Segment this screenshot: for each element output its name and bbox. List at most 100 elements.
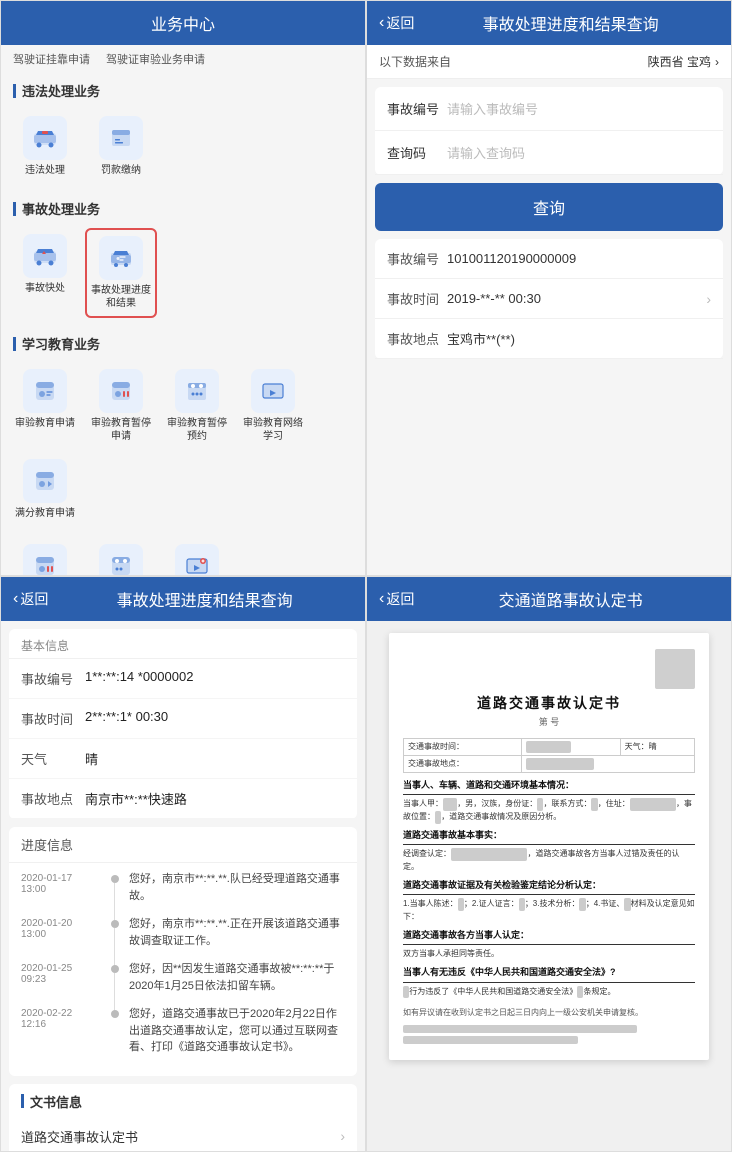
timeline-dot-2 [111,920,119,928]
back-arrow-icon: ‹ [379,14,384,32]
back-button-cert[interactable]: ‹ 返回 [379,589,414,609]
result-arrow-icon: › [706,291,711,307]
timeline-item-1: 2020-01-17 13:00 您好，南京市**:**.**.队已经受理道路交… [21,871,345,904]
back-button-query[interactable]: ‹ 返回 [379,13,414,33]
item-full-edu-reserve[interactable]: 满分教育暂停后预约 [85,538,157,575]
detail-time-label: 事故时间 [21,709,85,728]
doc-arrow-icon: › [340,1128,345,1144]
section-edu: 学习教育业务 [1,326,365,359]
item-accident-quick[interactable]: 事故快处 [9,228,81,318]
query-button[interactable]: 查询 [375,183,723,231]
data-source-label: 以下数据来自 [379,53,451,70]
detail-accident-no-value: 1**:**:14 *0000002 [85,669,345,684]
cert-stamp-image [655,649,695,689]
cert-table-row-2: 交通事故地点： ████████████ [404,755,695,772]
detail-location-value: 南京市**:**快速路 [85,789,345,808]
timeline-dot-3 [111,965,119,973]
accident-query-header: ‹ 返回 事故处理进度和结果查询 [367,1,731,45]
back-arrow-detail-icon: ‹ [13,590,18,608]
cert-table-row-1: 交通事故时间： ████████ 天气：晴 [404,738,695,755]
cert-section-title-2: 道路交通事故基本事实： [403,829,695,846]
basic-info-title: 基本信息 [9,629,357,659]
data-source-value-row[interactable]: 陕西省 宝鸡 › [648,53,719,70]
item-edu-pause-label: 审验教育暂停申请 [89,417,153,443]
result-accident-no-label: 事故编号 [387,249,447,268]
item-full-edu-online[interactable]: 满分教育网络学习 [161,538,233,575]
full-edu-pause-icon [23,544,67,575]
fine-payment-icon [99,116,143,160]
source-arrow-icon: › [715,55,719,69]
biz-center-title: 业务中心 [151,11,215,35]
cert-footer-text: 如有异议请在收到认定书之日起三日内向上一级公安机关申请复核。 [403,1006,695,1020]
cert-document: 道路交通事故认定书 第 号 交通事故时间： ████████ 天气：晴 交通事故… [389,633,709,1060]
result-accident-location: 事故地点 宝鸡市**(**) [375,319,723,359]
section-violation: 违法处理业务 [1,73,365,106]
accident-grid: 事故快处 事故处理进度和结果 [1,224,365,326]
back-arrow-cert-icon: ‹ [379,590,384,608]
result-time-value: 2019-**-** 00:30 [447,291,706,306]
edu-reserve-icon [175,369,219,413]
cert-header: 道路交通事故认定书 第 号 [403,693,695,730]
cert-stamp-area [403,649,695,689]
cert-text-1: 当事人甲：王**，男，汉族，身份证：**，联系方式：**，住址：**，男，汉族，… [403,798,695,824]
item-violation-label: 违法处理 [25,164,65,177]
timeline: 2020-01-17 13:00 您好，南京市**:**.**.队已经受理道路交… [9,863,357,1076]
violation-grid: 违法处理 罚款缴纳 [1,106,365,191]
cert-section-title-3: 道路交通事故证据及有关检验鉴定结论分析认定： [403,879,695,896]
cert-basic-table: 交通事故时间： ████████ 天气：晴 交通事故地点： ██████████… [403,738,695,773]
accident-progress-icon [99,236,143,280]
cert-section-2: 道路交通事故基本事实： 经调查认定：**，智能，智能识别**，道路交通事故各方当… [403,829,695,874]
detail-weather-label: 天气 [21,749,85,768]
doc-section: 文书信息 道路交通事故认定书 › [9,1084,357,1152]
cert-weather: 天气：晴 [620,738,694,755]
biz-center-header: 业务中心 [1,1,365,45]
edu-grid: 审验教育申请 审验教育暂停申请 [1,359,365,534]
top-link-2[interactable]: 驾驶证审验业务申请 [106,51,205,67]
full-edu-icon [23,459,67,503]
item-edu-reserve-label: 审验教育暂停预约 [165,417,229,443]
timeline-item-2: 2020-01-20 13:00 您好，南京市**:**.**.正在开展该道路交… [21,916,345,949]
accident-no-input[interactable]: 请输入事故编号 [447,99,711,118]
doc-section-title: 文书信息 [9,1084,357,1117]
cert-section-title-4: 道路交通事故各方当事人认定： [403,929,695,946]
query-code-input[interactable]: 请输入查询码 [447,143,711,162]
item-edu-pause[interactable]: 审验教育暂停申请 [85,363,157,449]
item-edu-online-label: 审验教育网络学习 [241,417,305,443]
accident-quick-icon [23,234,67,278]
full-edu-online-icon [175,544,219,575]
item-edu-online[interactable]: 审验教育网络学习 [237,363,309,449]
accident-cert-title: 交通道路事故认定书 [422,587,719,611]
doc-row-cert[interactable]: 道路交通事故认定书 › [9,1117,357,1152]
cert-text-2: 经调查认定：**，智能，智能识别**，道路交通事故各方当事人过错及责任的认定。 [403,848,695,874]
accident-cert-content: 道路交通事故认定书 第 号 交通事故时间： ████████ 天气：晴 交通事故… [367,621,731,1151]
cert-section-4: 道路交通事故各方当事人认定： 双方当事人承担同等责任。 [403,929,695,961]
item-accident-quick-label: 事故快处 [25,282,65,295]
detail-location-label: 事故地点 [21,789,85,808]
item-full-edu-pause[interactable]: 满分教育暂停申请 [9,538,81,575]
back-button-detail[interactable]: ‹ 返回 [13,589,48,609]
item-violation[interactable]: 违法处理 [9,110,81,183]
timeline-text-4: 您好，道路交通事故已于2020年2月22日作出道路交通事故认定，您可以通过互联网… [129,1006,345,1056]
item-fine[interactable]: 罚款缴纳 [85,110,157,183]
accident-no-row: 事故编号 请输入事故编号 [375,87,723,131]
item-accident-progress-label: 事故处理进度和结果 [91,284,151,310]
result-accident-time[interactable]: 事故时间 2019-**-** 00:30 › [375,279,723,319]
item-edu-reserve[interactable]: 审验教育暂停预约 [161,363,233,449]
edu-apply-icon [23,369,67,413]
detail-weather-value: 晴 [85,749,345,768]
timeline-text-2: 您好，南京市**:**.**.正在开展该道路交通事故调查取证工作。 [129,916,345,949]
progress-section: 进度信息 2020-01-17 13:00 您好，南京市**:**.**.队已经… [9,827,357,1076]
cert-text-5: **行为违反了《中华人民共和国道路交通安全法》**条规定。 [403,986,695,999]
edu-online-icon [251,369,295,413]
car-violation-icon [23,116,67,160]
cert-section-3: 道路交通事故证据及有关检验鉴定结论分析认定： 1.当事人陈述：**；2.证人证言… [403,879,695,924]
cert-section-1: 当事人、车辆、道路和交通环境基本情况： 当事人甲：王**，男，汉族，身份证：**… [403,779,695,824]
top-link-1[interactable]: 驾驶证挂靠申请 [13,51,90,67]
timeline-time-2: 2020-01-20 13:00 [21,916,101,949]
item-edu-apply[interactable]: 审验教育申请 [9,363,81,449]
item-accident-progress[interactable]: 事故处理进度和结果 [85,228,157,318]
cert-section-title-1: 当事人、车辆、道路和交通环境基本情况： [403,779,695,796]
query-code-label: 查询码 [387,143,447,162]
item-full-edu[interactable]: 满分教育申请 [9,453,81,526]
timeline-dot-4 [111,1010,119,1018]
